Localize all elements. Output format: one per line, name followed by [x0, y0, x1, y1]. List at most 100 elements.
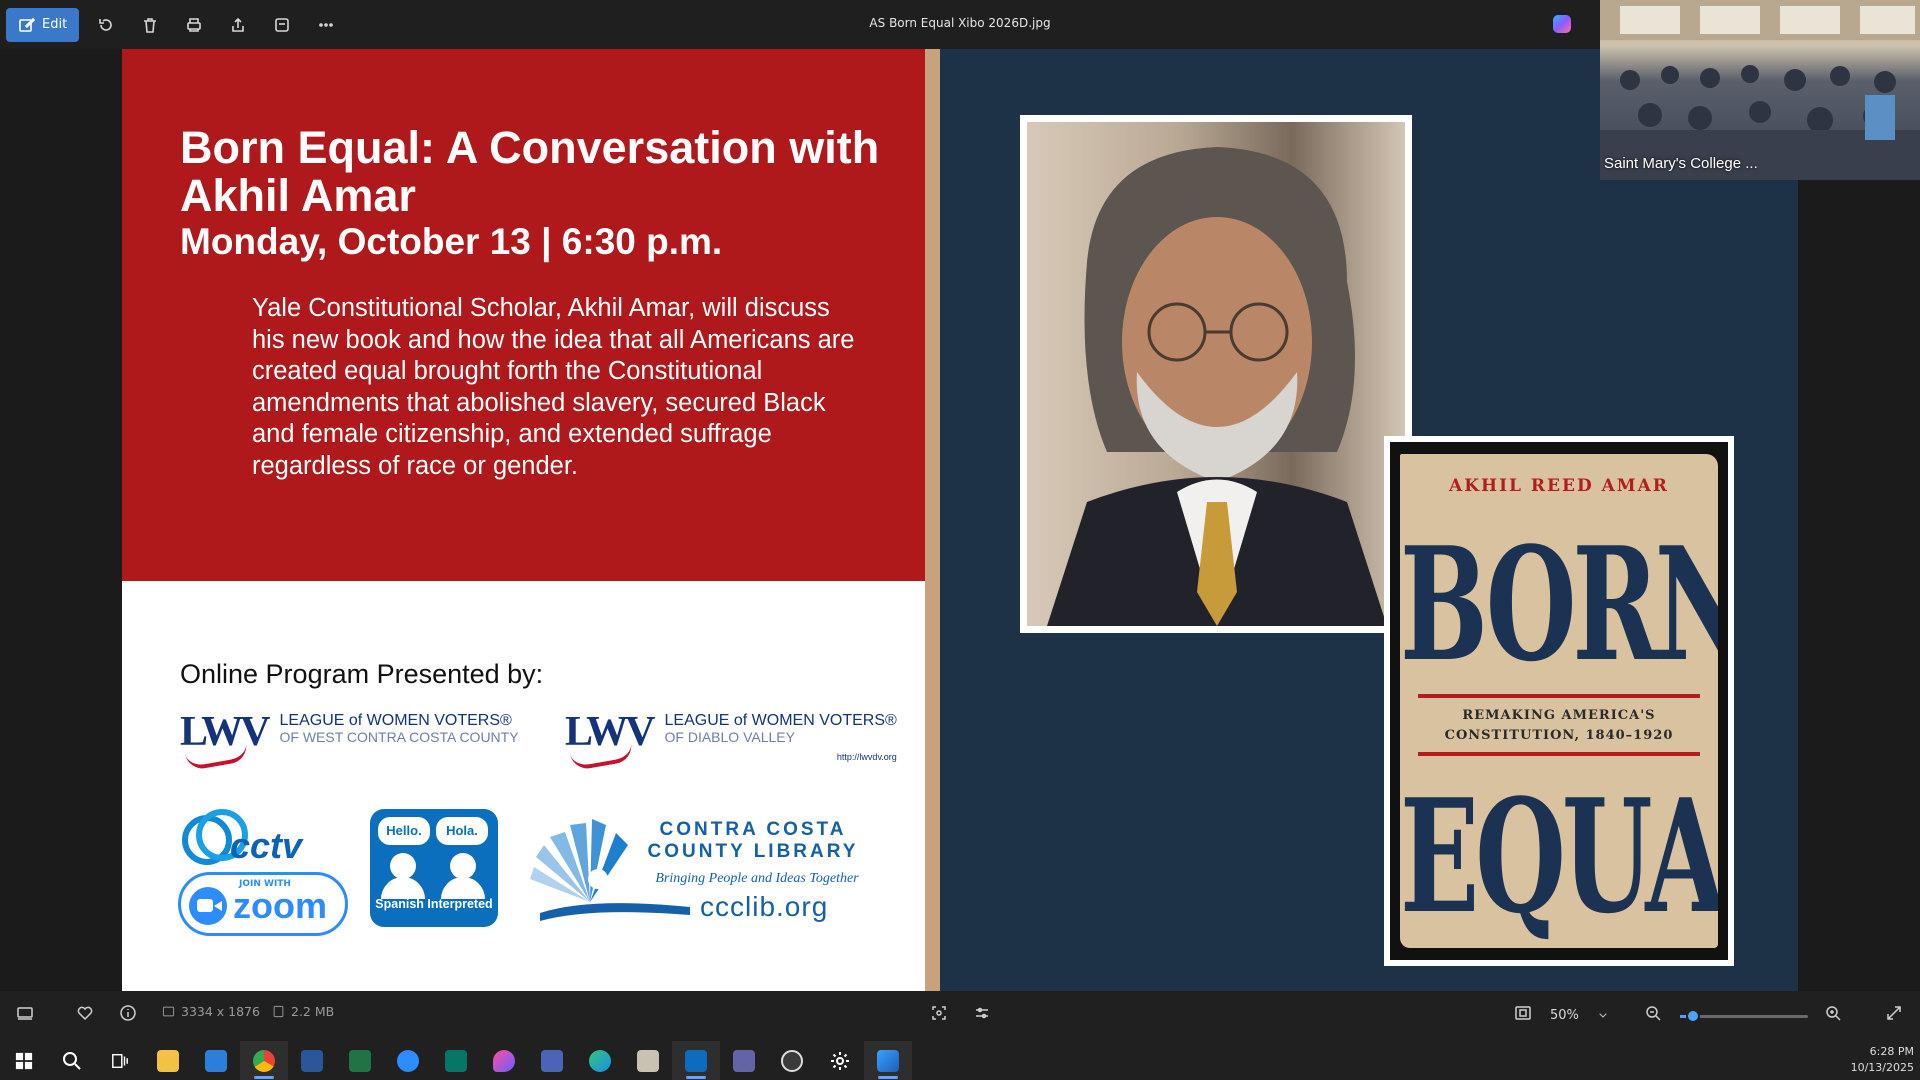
trash-icon [144, 17, 157, 33]
lwv1-line2: OF WEST CONTRA COSTA COUNTY [279, 729, 519, 745]
file-size-icon [273, 1005, 284, 1018]
zoom-app[interactable] [384, 1041, 432, 1080]
edge-icon [589, 1049, 611, 1072]
print-button[interactable] [177, 8, 211, 42]
system-clock[interactable]: 6:28 PM 10/13/2025 [1851, 1044, 1914, 1076]
viewer-statusbar: 3334 x 1876 2.2 MB 50% [0, 991, 1920, 1041]
teams-app[interactable] [720, 1041, 768, 1080]
copilot-icon[interactable] [1553, 15, 1571, 33]
zoom-value: 50% [1550, 1007, 1579, 1023]
zoom-in-button[interactable] [1824, 1004, 1842, 1022]
favorite-button[interactable] [265, 8, 299, 42]
outlook-app[interactable] [672, 1041, 720, 1080]
zoom-camera-icon [189, 887, 227, 925]
paint-app[interactable] [480, 1041, 528, 1080]
presented-by-label: Online Program Presented by: [180, 659, 544, 689]
zoom-in-icon [1826, 1006, 1841, 1021]
task-view-icon [112, 1053, 128, 1068]
zoom-out-button[interactable] [1644, 1004, 1662, 1022]
person-icon [450, 853, 476, 879]
info-button[interactable] [119, 1004, 137, 1022]
author-photo [1020, 115, 1412, 633]
taskbar: 6:28 PM 10/13/2025 [0, 1041, 1920, 1080]
audience-scene [1600, 0, 1920, 180]
clock-date: 10/13/2025 [1850, 1061, 1914, 1074]
monitor-icon [205, 1049, 227, 1072]
info-icon [120, 1005, 136, 1021]
lwv-diablo-valley-logo: LWV LEAGUE of WOMEN VOTERS® OF DIABLO VA… [565, 711, 897, 772]
image-size-icon [162, 1006, 175, 1017]
camera-icon [781, 1049, 803, 1072]
zoom-app-icon [397, 1049, 419, 1072]
flyer-datetime: Monday, October 13 | 6:30 p.m. [180, 221, 723, 262]
word-icon [301, 1049, 323, 1072]
paint-drop-icon [493, 1049, 515, 1072]
chrome-icon [253, 1049, 275, 1072]
expand-icon [1887, 1006, 1901, 1020]
excel-app[interactable] [336, 1041, 384, 1080]
adjust-button[interactable] [973, 1004, 991, 1022]
more-button[interactable] [309, 8, 343, 42]
ai-button[interactable] [930, 1004, 948, 1022]
zoom-wordmark: zoom [233, 885, 327, 926]
delete-button[interactable] [133, 8, 167, 42]
clock-time: 6:28 PM [1869, 1045, 1914, 1058]
photos-icon [877, 1049, 899, 1072]
sparkle-frame-icon [932, 1006, 946, 1020]
sliders-icon [976, 1007, 988, 1019]
rotate-icon [99, 18, 112, 31]
windows-logo-icon [15, 1052, 33, 1069]
stack-app[interactable] [624, 1041, 672, 1080]
stack-icon [637, 1049, 659, 1072]
edit-button[interactable]: Edit [6, 7, 80, 42]
file-explorer-app[interactable] [144, 1041, 192, 1080]
settings-app[interactable] [816, 1041, 864, 1080]
recorder-app[interactable] [768, 1041, 816, 1080]
hola-bubble: Hola. [436, 817, 488, 845]
spanish-label: Spanish Interpreted [375, 897, 493, 911]
share-icon [232, 17, 244, 32]
book-cover: AKHIL REED AMAR BORN REMAKING AMERICA'S … [1384, 436, 1734, 966]
fullscreen-button[interactable] [1885, 1004, 1903, 1022]
file-size: 2.2 MB [272, 1004, 334, 1019]
lwv2-line2: OF DIABLO VALLEY [664, 729, 795, 745]
fit-to-window-button[interactable] [1514, 1004, 1532, 1022]
search-button[interactable] [48, 1041, 96, 1080]
publisher-app[interactable] [432, 1041, 480, 1080]
remote-desktop-app[interactable] [192, 1041, 240, 1080]
library-tagline: Bringing People and Ideas Together [655, 871, 859, 886]
chrome-app[interactable] [240, 1041, 288, 1080]
lwv-letters: LWV [180, 711, 270, 772]
lwv-letters: LWV [565, 711, 655, 772]
book-title-word1: BORN [1400, 512, 1718, 697]
portrait-image [1047, 147, 1387, 626]
book-subtitle: REMAKING AMERICA'S CONSTITUTION, 1840–19… [1444, 708, 1674, 743]
lwv-west-contra-costa-logo: LWV LEAGUE of WOMEN VOTERS® OF WEST CONT… [180, 711, 519, 772]
zoom-slider-thumb[interactable] [1686, 1009, 1700, 1023]
contacts-app[interactable] [528, 1041, 576, 1080]
fit-screen-icon [1515, 1006, 1531, 1020]
share-button[interactable] [221, 8, 255, 42]
rotate-button[interactable] [89, 8, 123, 42]
favorite-toggle[interactable] [76, 1004, 94, 1022]
book-title-word2: EQUAL [1400, 764, 1718, 948]
video-participant-label: Saint Mary's College ... [1604, 155, 1758, 172]
printer-icon [187, 17, 201, 32]
word-app[interactable] [288, 1041, 336, 1080]
filmstrip-icon [17, 1007, 33, 1020]
cctv-logo: cctv [180, 809, 320, 867]
book-author: AKHIL REED AMAR [1449, 476, 1669, 496]
person-icon [390, 853, 416, 879]
folder-icon [157, 1049, 179, 1072]
photos-app[interactable] [864, 1041, 912, 1080]
video-call-thumbnail[interactable]: Saint Mary's College ... [1600, 0, 1920, 180]
lwv2-url: http://lwvdv.org [836, 752, 897, 762]
more-dots-icon [319, 22, 333, 27]
zoom-slider[interactable] [1680, 1009, 1808, 1023]
edge-app[interactable] [576, 1041, 624, 1080]
filmstrip-button[interactable] [16, 1004, 34, 1022]
start-button[interactable] [0, 1041, 48, 1080]
zoom-select[interactable]: 50% [1550, 1001, 1620, 1029]
heart-icon [77, 1006, 93, 1021]
task-view-button[interactable] [96, 1041, 144, 1080]
